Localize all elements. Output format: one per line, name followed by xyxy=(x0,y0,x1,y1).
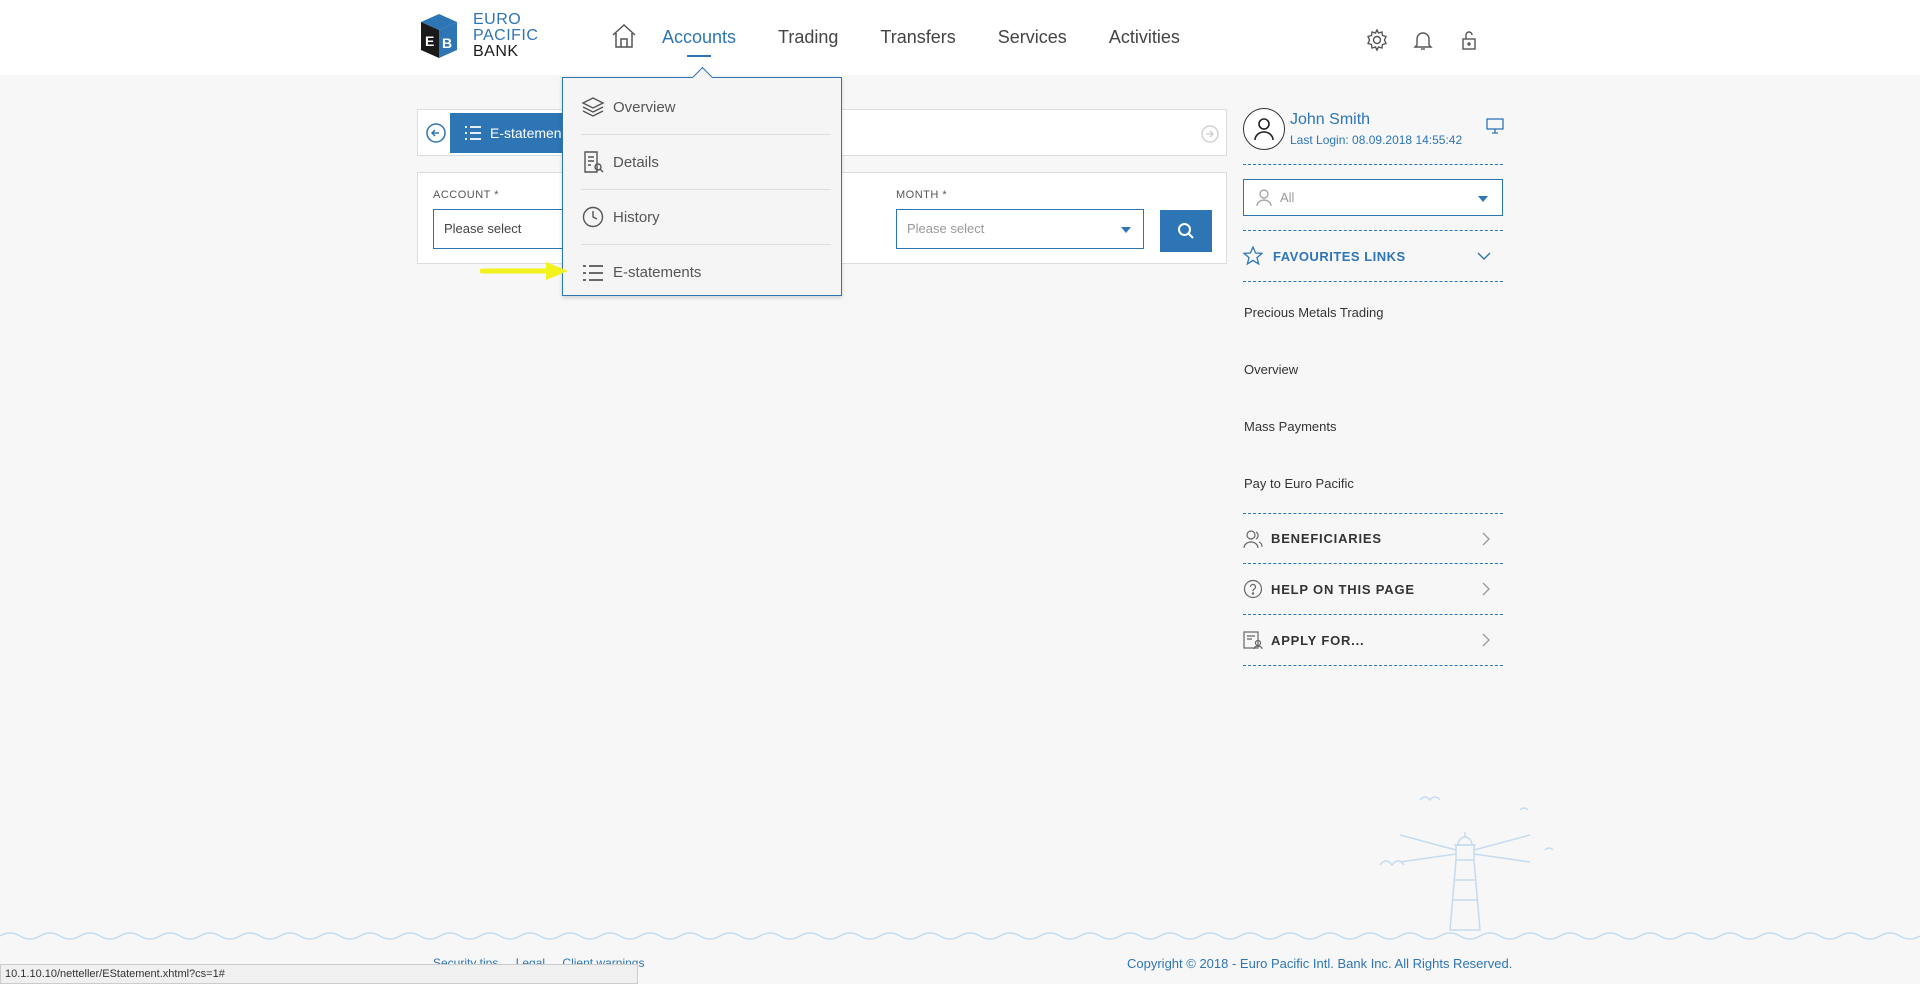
user-profile: John Smith Last Login: 08.09.2018 14:55:… xyxy=(1243,105,1504,165)
wave-divider xyxy=(0,932,1920,940)
section-help[interactable]: HELP ON THIS PAGE xyxy=(1243,564,1503,615)
avatar[interactable] xyxy=(1243,108,1285,150)
logo-text: EURO PACIFIC BANK xyxy=(473,12,538,60)
favourite-link[interactable]: Pay to Euro Pacific xyxy=(1244,476,1354,491)
copyright-text: Copyright © 2018 - Euro Pacific Intl. Ba… xyxy=(1127,956,1513,971)
search-icon xyxy=(1178,223,1194,239)
nav-transfers[interactable]: Transfers xyxy=(880,22,955,52)
section-beneficiaries[interactable]: BENEFICIARIES xyxy=(1243,513,1503,564)
header-tools xyxy=(1365,28,1503,54)
annotation-arrow-icon xyxy=(480,262,568,280)
beneficiaries-icon xyxy=(1243,529,1263,548)
nav-trading[interactable]: Trading xyxy=(778,22,838,52)
help-icon xyxy=(1243,579,1263,599)
list-icon xyxy=(465,126,481,140)
chevron-right-icon xyxy=(1482,532,1490,546)
last-login: Last Login: 08.09.2018 14:55:42 xyxy=(1290,133,1463,147)
section-label: APPLY FOR... xyxy=(1271,632,1365,648)
logo-line-3: BANK xyxy=(473,43,519,60)
logo-line-2: PACIFIC xyxy=(473,27,539,44)
section-apply-for[interactable]: APPLY FOR... xyxy=(1243,615,1503,666)
menu-item-overview[interactable]: Overview xyxy=(581,80,831,135)
chevron-down-icon xyxy=(1478,196,1488,202)
chevron-down-icon xyxy=(1121,227,1131,233)
browser-status-bar: 10.1.10.10/netteller/EStatement.xhtml?cs… xyxy=(0,964,638,984)
user-name[interactable]: John Smith xyxy=(1290,111,1370,129)
bank-logo[interactable]: E B EURO PACIFIC BANK xyxy=(417,12,538,60)
menu-item-history[interactable]: History xyxy=(581,190,831,245)
favourites-title: FAVOURITES LINKS xyxy=(1273,248,1406,264)
top-header: E B EURO PACIFIC BANK Accounts Trading T… xyxy=(0,0,1920,75)
month-select[interactable]: Please select xyxy=(896,209,1144,249)
back-arrow-icon[interactable] xyxy=(425,122,447,144)
layers-icon xyxy=(581,97,605,117)
chevron-right-icon xyxy=(1482,633,1490,647)
menu-item-details[interactable]: Details xyxy=(581,135,831,190)
user-icon xyxy=(1256,189,1272,207)
month-label: MONTH * xyxy=(896,189,948,201)
bell-icon[interactable] xyxy=(1411,28,1437,54)
section-label: HELP ON THIS PAGE xyxy=(1271,581,1415,597)
lighthouse-illustration xyxy=(1379,796,1554,931)
apply-form-icon xyxy=(1243,631,1263,650)
accounts-dropdown-menu: Overview Details History E-statements xyxy=(562,77,842,296)
account-select-value: Please select xyxy=(444,221,522,236)
forward-arrow-icon[interactable] xyxy=(1200,124,1220,144)
account-label: ACCOUNT * xyxy=(433,189,500,201)
menu-item-label: Overview xyxy=(613,98,676,116)
user-icon xyxy=(1254,118,1274,141)
menu-item-label: History xyxy=(613,208,660,226)
clock-icon xyxy=(582,206,604,228)
menu-item-label: E-statements xyxy=(613,264,702,281)
favourite-link[interactable]: Precious Metals Trading xyxy=(1244,305,1383,320)
chevron-right-icon xyxy=(1482,582,1490,596)
favourite-link[interactable]: Overview xyxy=(1244,362,1298,377)
favourites-header[interactable]: FAVOURITES LINKS xyxy=(1243,230,1503,282)
logo-mark-icon: E B xyxy=(417,12,463,60)
status-url: 10.1.10.10/netteller/EStatement.xhtml?cs… xyxy=(5,968,225,980)
month-select-value: Please select xyxy=(907,221,985,236)
search-button[interactable] xyxy=(1160,210,1212,252)
unlock-icon[interactable] xyxy=(1457,28,1483,54)
list-icon xyxy=(583,264,603,281)
chevron-down-icon xyxy=(1477,252,1491,260)
gear-icon[interactable] xyxy=(1365,28,1391,54)
nav-accounts[interactable]: Accounts xyxy=(662,22,736,57)
scope-select-value: All xyxy=(1280,190,1295,205)
nav-activities[interactable]: Activities xyxy=(1109,22,1180,52)
nav-services[interactable]: Services xyxy=(998,22,1067,52)
tab-label: E-statements xyxy=(490,125,573,141)
home-icon[interactable] xyxy=(610,22,640,52)
section-label: BENEFICIARIES xyxy=(1271,531,1382,546)
document-search-icon xyxy=(584,151,604,173)
favourite-link[interactable]: Mass Payments xyxy=(1244,419,1336,434)
star-icon xyxy=(1243,246,1263,266)
logo-line-1: EURO xyxy=(473,11,522,28)
main-nav: Accounts Trading Transfers Services Acti… xyxy=(610,22,1222,57)
menu-item-label: Details xyxy=(613,153,659,171)
menu-item-e-statements[interactable]: E-statements xyxy=(581,245,831,300)
svg-text:B: B xyxy=(442,35,452,51)
account-scope-select[interactable]: All xyxy=(1243,179,1503,216)
svg-text:E: E xyxy=(425,33,434,49)
monitor-icon[interactable] xyxy=(1486,118,1504,134)
